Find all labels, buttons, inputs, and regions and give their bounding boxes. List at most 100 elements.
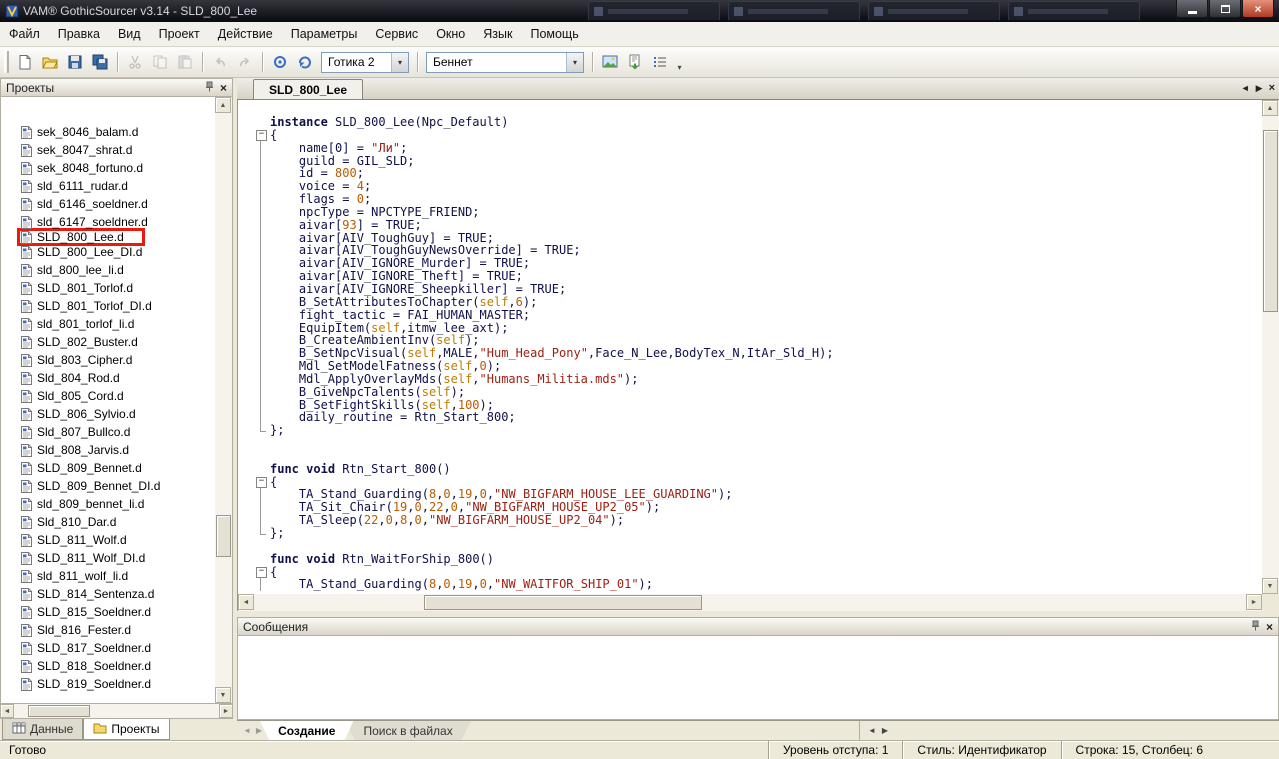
file-row[interactable]: sld_811_wolf_li.d	[20, 567, 128, 585]
tab-scroll-left-icon[interactable]: ◄	[868, 726, 876, 735]
file-row[interactable]: SLD_801_Torlof_DI.d	[20, 297, 152, 315]
scroll-up-icon[interactable]: ▲	[215, 97, 231, 113]
file-row[interactable]: SLD_818_Soeldner.d	[20, 657, 151, 675]
code-line[interactable]: func void Rtn_Start_800()	[254, 462, 1262, 476]
minimize-button[interactable]	[1176, 0, 1208, 18]
file-row[interactable]: sld_6111_rudar.d	[20, 177, 128, 195]
scroll-thumb[interactable]	[424, 595, 702, 610]
scroll-up-icon[interactable]: ▲	[1262, 100, 1278, 116]
maximize-button[interactable]	[1209, 0, 1241, 18]
file-row[interactable]: Sld_816_Fester.d	[20, 621, 131, 639]
code-line[interactable]: aivar[AIV_IGNORE_Sheepkiller] = TRUE;	[254, 283, 1262, 296]
code-lines[interactable]: instance SLD_800_Lee(Npc_Default){ name[…	[238, 100, 1262, 594]
file-row[interactable]: SLD_811_Wolf.d	[20, 531, 127, 549]
window-image-icon[interactable]	[598, 51, 622, 74]
file-row[interactable]: sek_8048_fortuno.d	[20, 159, 143, 177]
file-row[interactable]: sld_801_torlof_li.d	[20, 315, 134, 333]
file-row[interactable]: SLD_809_Bennet.d	[20, 459, 142, 477]
scroll-thumb[interactable]	[28, 705, 90, 717]
code-line[interactable]: };	[254, 527, 1262, 540]
close-panel-icon[interactable]: ×	[1266, 621, 1273, 633]
bottom-tab[interactable]: Создание	[260, 721, 353, 740]
scroll-right-icon[interactable]: ►	[219, 704, 233, 718]
fold-toggle-icon[interactable]	[254, 476, 270, 489]
code-line[interactable]: {	[254, 128, 1262, 142]
code-line[interactable]	[254, 450, 1262, 463]
menu-item[interactable]: Проект	[150, 22, 209, 46]
pin-icon[interactable]	[205, 81, 214, 95]
file-row[interactable]: Sld_804_Rod.d	[20, 369, 120, 387]
menu-item[interactable]: Действие	[209, 22, 282, 46]
code-line[interactable]: TA_Stand_Guarding(8, 0, 19, 0, "NW_WAITFOR_S…	[254, 578, 1262, 592]
panel-tab[interactable]: Данные	[2, 719, 84, 740]
menu-item[interactable]: Язык	[474, 22, 521, 46]
code-editor[interactable]: instance SLD_800_Lee(Npc_Default){ name[…	[237, 100, 1279, 611]
code-line[interactable]: voice = 4;	[254, 180, 1262, 193]
document-tab[interactable]: SLD_800_Lee	[253, 79, 364, 99]
file-row[interactable]: Sld_808_Jarvis.d	[20, 441, 129, 459]
file-row[interactable]: SLD_809_Bennet_DI.d	[20, 477, 160, 495]
chevron-down-icon[interactable]: ▾	[391, 52, 408, 72]
panel-tab[interactable]: Проекты	[83, 719, 170, 740]
file-row[interactable]: SLD_801_Torlof.d	[20, 279, 133, 297]
menu-item[interactable]: Файл	[0, 22, 49, 46]
close-panel-icon[interactable]: ×	[220, 82, 227, 94]
file-row[interactable]: SLD_814_Sentenza.d	[20, 585, 154, 603]
code-line[interactable]	[254, 540, 1262, 553]
tab-scroll-right-icon[interactable]: ▶	[256, 726, 262, 735]
pin-icon[interactable]	[1251, 620, 1260, 634]
game-version-select[interactable]: Готика 2 ▾	[321, 51, 409, 73]
details-list-icon[interactable]	[648, 51, 672, 74]
code-line[interactable]	[254, 437, 1262, 450]
code-line[interactable]: aivar[93] = TRUE;	[254, 218, 1262, 232]
fold-toggle-icon[interactable]	[254, 566, 270, 579]
file-row[interactable]: SLD_806_Sylvio.d	[20, 405, 136, 423]
code-line[interactable]: id = 800;	[254, 167, 1262, 181]
file-row[interactable]: sek_8046_balam.d	[20, 123, 138, 141]
menu-item[interactable]: Правка	[49, 22, 109, 46]
code-line[interactable]: flags = 0;	[254, 193, 1262, 206]
file-row[interactable]: sld_6146_soeldner.d	[20, 195, 148, 213]
scroll-right-icon[interactable]: ►	[1246, 594, 1262, 610]
code-line[interactable]: func void Rtn_WaitForShip_800()	[254, 552, 1262, 566]
code-line[interactable]: };	[254, 424, 1262, 437]
npc-select[interactable]: Беннет ▾	[426, 51, 584, 73]
file-row[interactable]: SLD_811_Wolf_DI.d	[20, 549, 145, 567]
toolbar-grip[interactable]	[4, 51, 9, 73]
code-line[interactable]: Mdl_SetModelFatness(self, 0);	[254, 360, 1262, 373]
tab-next-icon[interactable]: ▶	[1256, 83, 1263, 94]
tab-scroll-left-icon[interactable]: ◄	[243, 726, 251, 735]
file-row[interactable]: SLD_800_Lee_DI.d	[20, 243, 142, 261]
save-icon[interactable]	[63, 51, 87, 74]
save-all-icon[interactable]	[88, 51, 112, 74]
scroll-down-icon[interactable]: ▼	[215, 687, 231, 703]
fold-toggle-icon[interactable]	[254, 129, 270, 142]
decompile-icon[interactable]	[293, 51, 317, 74]
code-line[interactable]: name[0] = "Ли";	[254, 141, 1262, 155]
tab-prev-icon[interactable]: ◄	[1241, 83, 1250, 93]
tab-close-icon[interactable]: ×	[1269, 82, 1275, 94]
editor-hscrollbar[interactable]: ◄ ►	[238, 594, 1262, 611]
scroll-thumb[interactable]	[1263, 130, 1278, 312]
tree-hscrollbar[interactable]: ◄ ►	[0, 704, 233, 718]
close-button[interactable]: ×	[1242, 0, 1274, 18]
file-row[interactable]: sld_6147_soeldner.d	[20, 213, 148, 231]
file-row[interactable]: Sld_805_Cord.d	[20, 387, 124, 405]
file-row[interactable]: SLD_819_Soeldner.d	[20, 675, 151, 693]
bottom-tab[interactable]: Поиск в файлах	[345, 721, 470, 740]
open-folder-icon[interactable]	[38, 51, 62, 74]
file-row[interactable]: SLD_817_Soeldner.d	[20, 639, 151, 657]
code-line[interactable]: TA_Sleep(22, 0, 8, 0, "NW_BIGFARM_HOUSE_UP2_…	[254, 514, 1262, 527]
code-line[interactable]: npcType = NPCTYPE_FRIEND;	[254, 206, 1262, 219]
file-row[interactable]: sld_800_lee_li.d	[20, 261, 124, 279]
export-item-icon[interactable]	[623, 51, 647, 74]
code-line[interactable]: guild = GIL_SLD;	[254, 154, 1262, 168]
file-row[interactable]: Sld_807_Bullco.d	[20, 423, 130, 441]
scroll-left-icon[interactable]: ◄	[0, 704, 14, 718]
menu-item[interactable]: Параметры	[282, 22, 367, 46]
code-line[interactable]: B_GiveNpcTalents(self);	[254, 385, 1262, 399]
toolbar-overflow-icon[interactable]: ▾	[673, 51, 686, 74]
new-file-icon[interactable]	[13, 51, 37, 74]
code-line[interactable]: fight_tactic = FAI_HUMAN_MASTER;	[254, 308, 1262, 322]
file-row[interactable]: Sld_803_Cipher.d	[20, 351, 132, 369]
